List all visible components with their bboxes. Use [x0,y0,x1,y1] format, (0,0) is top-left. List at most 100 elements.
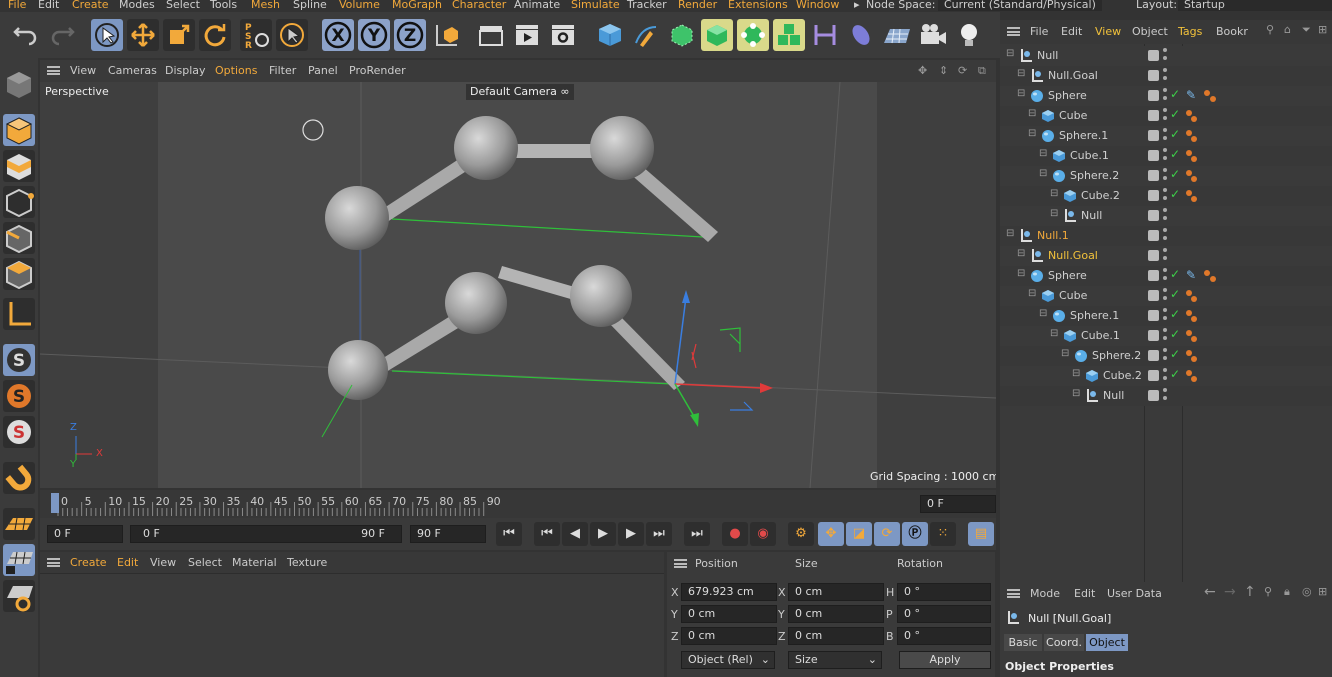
viewport-hamburger-icon[interactable] [47,66,60,75]
enabled-check-icon[interactable]: ✓ [1170,147,1180,161]
play-button[interactable]: ▶ [590,522,616,546]
tree-expand-icon[interactable]: ⊟ [1050,188,1058,199]
point-mode-button[interactable] [3,186,35,218]
workplane-snap-button[interactable]: S [3,416,35,448]
object-row-null[interactable]: ⊟ Null [1000,206,1332,226]
tree-expand-icon[interactable]: ⊟ [1039,148,1047,159]
constraint-tag-icon[interactable] [1186,190,1192,196]
floor-button[interactable] [881,19,913,51]
viewport-pan-icon[interactable]: ✥ [918,64,927,77]
layer-icon[interactable] [1148,330,1159,341]
start-frame-field[interactable]: 0 F [47,525,123,543]
object-hamburger-icon[interactable] [1007,27,1020,36]
constraint-tag-icon[interactable] [1186,310,1192,316]
upper-sphere-2[interactable] [590,116,654,180]
object-menu-bookmarks[interactable]: Bookr [1216,25,1248,38]
render-visibility-dot[interactable] [1163,256,1167,260]
render-settings-button[interactable] [547,19,579,51]
editor-visibility-dot[interactable] [1163,388,1167,392]
lower-sphere-2[interactable] [570,265,632,327]
rotation-h-field[interactable]: 0 ° [897,583,991,601]
scale-button[interactable] [163,19,195,51]
go-to-start-button[interactable]: ⏮ [496,522,522,546]
layer-icon[interactable] [1148,230,1159,241]
menu-tools[interactable]: Tools [210,0,237,11]
lock-icon[interactable]: 🔒︎ [1284,585,1290,599]
enabled-check-icon[interactable]: ✓ [1170,87,1180,101]
menu-simulate[interactable]: Simulate [571,0,620,11]
deformer-button[interactable] [809,19,841,51]
object-name[interactable]: Cube [1059,289,1087,302]
editor-visibility-dot[interactable] [1163,268,1167,272]
object-menu-tags[interactable]: Tags [1178,25,1202,38]
size-y-field[interactable]: 0 cm [788,605,884,623]
ik-tag-icon[interactable]: ✎ [1186,88,1196,102]
upper-sphere-0[interactable] [325,186,389,250]
keyframe-selection-button[interactable]: ⚙ [788,522,814,546]
tree-expand-icon[interactable]: ⊟ [1006,48,1014,59]
render-visibility-dot[interactable] [1163,336,1167,340]
object-name[interactable]: Null.Goal [1048,69,1098,82]
object-row-sphere-2[interactable]: ⊟ Sphere.2 ✓ [1000,346,1332,366]
layer-icon[interactable] [1148,130,1159,141]
render-visibility-dot[interactable] [1163,176,1167,180]
gizmo-y-axis[interactable] [674,296,687,385]
render-visibility-dot[interactable] [1163,96,1167,100]
texture-mode-button[interactable] [3,150,35,182]
object-row-null-goal[interactable]: ⊟ Null.Goal [1000,66,1332,86]
layer-icon[interactable] [1148,110,1159,121]
gizmo-y-arrow-icon[interactable] [682,290,690,303]
constraint-tag-icon[interactable] [1186,330,1192,336]
layer-icon[interactable] [1148,310,1159,321]
lock-y-button[interactable]: Y [358,19,390,51]
object-name[interactable]: Null.Goal [1048,249,1098,262]
timeline-window-button[interactable]: ▤ [968,522,994,546]
enabled-check-icon[interactable]: ✓ [1170,107,1180,121]
object-name[interactable]: Sphere.2 [1092,349,1141,362]
material-hamburger-icon[interactable] [47,558,60,567]
tab-object[interactable]: Object [1086,634,1128,651]
move-button[interactable] [127,19,159,51]
record-position-button[interactable]: ✥ [818,522,844,546]
editor-visibility-dot[interactable] [1163,328,1167,332]
constraint-tag-icon[interactable] [1186,110,1192,116]
home-icon[interactable]: ⌂ [1284,23,1291,36]
constraint-tag-icon[interactable] [1191,356,1197,362]
gizmo-z-axis[interactable] [674,383,696,419]
tree-expand-icon[interactable]: ⊟ [1028,288,1036,299]
object-name[interactable]: Cube.2 [1103,369,1142,382]
layer-icon[interactable] [1148,90,1159,101]
field-button[interactable] [845,19,877,51]
gizmo-x-arrow-icon[interactable] [760,383,773,393]
lower-sphere-0[interactable] [328,340,388,400]
object-name[interactable]: Null [1081,209,1102,222]
enabled-check-icon[interactable]: ✓ [1170,167,1180,181]
constraint-tag-icon[interactable] [1204,270,1210,276]
generator-button[interactable] [701,19,733,51]
object-name[interactable]: Sphere.1 [1070,309,1119,322]
menu-window[interactable]: Window [796,0,839,11]
menu-edit[interactable]: Edit [38,0,59,11]
enabled-check-icon[interactable]: ✓ [1170,187,1180,201]
render-visibility-dot[interactable] [1163,196,1167,200]
editor-visibility-dot[interactable] [1163,88,1167,92]
position-z-field[interactable]: 0 cm [681,627,777,645]
constraint-tag-icon[interactable] [1191,376,1197,382]
object-name[interactable]: Sphere [1048,89,1087,102]
go-to-end-button[interactable]: ⏭ [684,522,710,546]
constraint-tag-icon[interactable] [1186,130,1192,136]
layout-dropdown[interactable]: Startup [1178,0,1332,11]
next-frame-button[interactable]: ▶ [618,522,644,546]
editor-visibility-dot[interactable] [1163,168,1167,172]
magnet-tool-button[interactable] [3,462,35,494]
tree-expand-icon[interactable]: ⊟ [1028,108,1036,119]
record-active-button[interactable]: ● [722,522,748,546]
timeline-ruler[interactable]: 0 5 10 15 20 25 30 35 40 45 50 55 60 65 70 75 80 85 90 0 F [40,490,996,518]
tree-expand-icon[interactable]: ⊟ [1050,328,1058,339]
viewport-menu-filter[interactable]: Filter [269,64,296,77]
tree-expand-icon[interactable]: ⊟ [1050,208,1058,219]
object-row-cube-1[interactable]: ⊟ Cube.1 ✓ [1000,326,1332,346]
tree-expand-icon[interactable]: ⊟ [1072,368,1080,379]
object-row-cube-1[interactable]: ⊟ Cube.1 ✓ [1000,146,1332,166]
constraint-tag-icon[interactable] [1191,116,1197,122]
